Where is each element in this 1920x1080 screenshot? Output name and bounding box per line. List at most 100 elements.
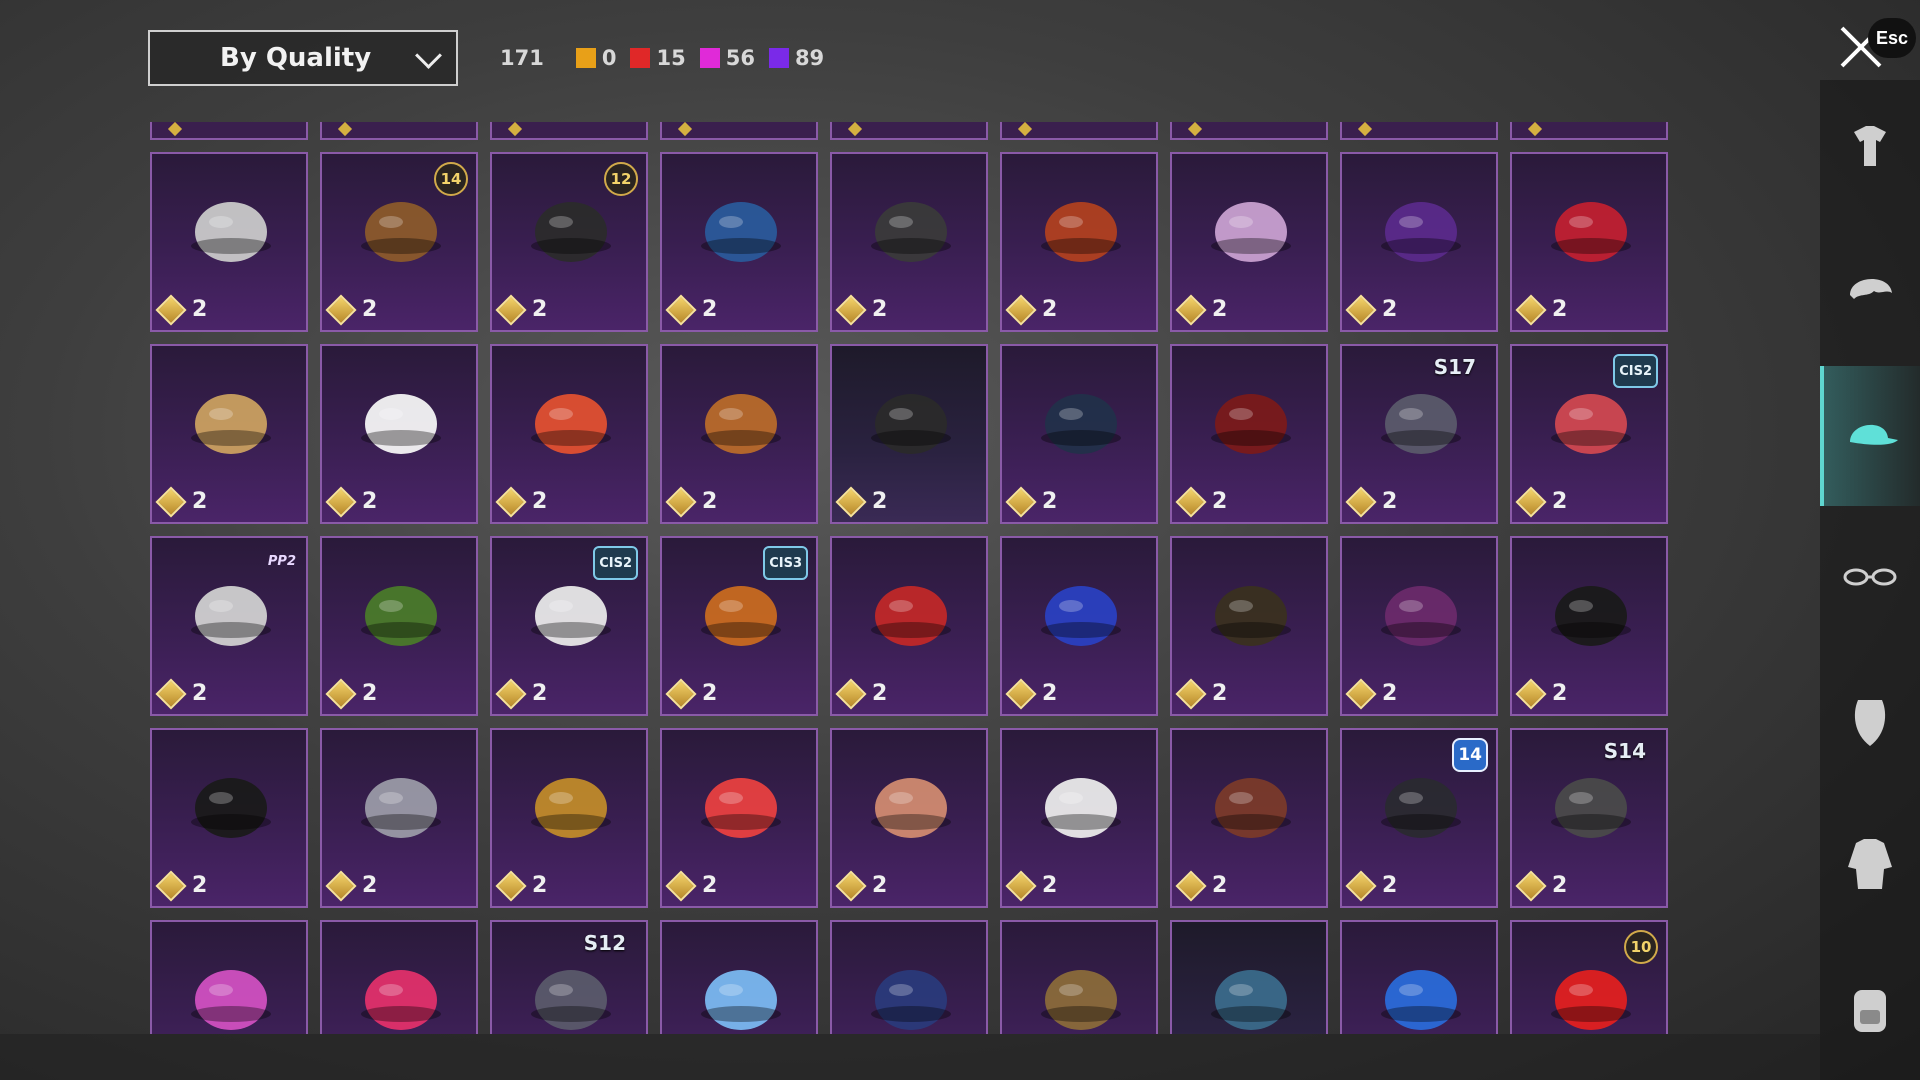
spiked-pink-helmet-icon bbox=[191, 970, 271, 1030]
inventory-item-card[interactable]: 2 bbox=[1340, 152, 1498, 332]
inventory-item-card[interactable]: 2 bbox=[830, 728, 988, 908]
item-badge: S17 bbox=[1433, 355, 1476, 379]
inventory-item-card[interactable]: 2 bbox=[660, 152, 818, 332]
inventory-item-card[interactable]: 2 bbox=[1340, 536, 1498, 716]
ski-goggles-helmet-icon bbox=[361, 778, 441, 838]
inventory-item-card[interactable]: CIS2 2 bbox=[490, 536, 648, 716]
blonde-curly-wig-icon bbox=[191, 394, 271, 454]
item-cost-value: 2 bbox=[532, 873, 548, 898]
category-tab[interactable] bbox=[1820, 366, 1920, 506]
gas-mask-red-hair-icon bbox=[1211, 586, 1291, 646]
inventory-item-card[interactable]: 2 bbox=[1000, 536, 1158, 716]
category-tab[interactable] bbox=[1820, 80, 1920, 220]
category-tab[interactable] bbox=[1820, 223, 1920, 363]
bunny-helmet-icon bbox=[531, 202, 611, 262]
inventory-item-card[interactable]: 2 bbox=[1170, 344, 1328, 524]
inventory-item-card[interactable]: S122 bbox=[490, 920, 648, 1034]
inventory-scroll-area[interactable]: 2 14 2 12 2 2 2 2 2 2 2 2 2 2 2 2 2 2 S17 2 CIS2 2 PP2 2 2 CIS2 2 C… bbox=[0, 0, 1670, 1034]
inventory-item-card[interactable]: 12 2 bbox=[490, 152, 648, 332]
item-cost: 2 bbox=[1175, 293, 1227, 326]
item-cost: 2 bbox=[1345, 485, 1398, 518]
inventory-item-card[interactable]: S17 2 bbox=[1340, 344, 1498, 524]
inventory-item-card[interactable]: 2 bbox=[150, 920, 308, 1034]
item-cost: 2 bbox=[155, 869, 207, 902]
inventory-item-card[interactable]: 2 bbox=[1170, 728, 1328, 908]
clown-mask-hair-icon bbox=[1211, 778, 1291, 838]
inventory-item-card[interactable]: 2 bbox=[1000, 152, 1158, 332]
item-cost-value: 2 bbox=[1212, 489, 1228, 514]
inventory-item-card[interactable]: CIS2 2 bbox=[1510, 344, 1668, 524]
item-cost-value: 2 bbox=[872, 297, 888, 322]
coin-icon bbox=[155, 293, 187, 326]
inventory-item-card[interactable]: 14 2 bbox=[320, 152, 478, 332]
item-cost: 2 bbox=[495, 293, 547, 326]
coin-icon bbox=[495, 293, 527, 326]
inventory-item-card[interactable]: 2 bbox=[320, 920, 478, 1034]
inventory-item-card[interactable]: 14 2 bbox=[1340, 728, 1498, 908]
bucket-hat-red-hair-icon bbox=[1211, 394, 1291, 454]
inventory-item-card[interactable]: 2 bbox=[1340, 920, 1498, 1034]
inventory-item-card[interactable]: 2 bbox=[1000, 344, 1158, 524]
esc-key-badge[interactable]: Esc bbox=[1868, 18, 1916, 58]
inventory-item-card[interactable]: 2 bbox=[150, 728, 308, 908]
coin-icon bbox=[1515, 485, 1547, 518]
inventory-item-card[interactable]: PP2 2 bbox=[150, 536, 308, 716]
coin-icon bbox=[1515, 293, 1547, 326]
red-hair-blue-bow-icon bbox=[1551, 202, 1631, 262]
inventory-item-card[interactable]: 2 bbox=[660, 920, 818, 1034]
coin-icon bbox=[1175, 293, 1207, 326]
backpack-icon bbox=[1854, 990, 1886, 1032]
category-tab[interactable] bbox=[1820, 652, 1920, 792]
inventory-item-card[interactable]: 2 bbox=[830, 152, 988, 332]
item-badge: 14 bbox=[1452, 738, 1488, 772]
mask-icon bbox=[1854, 700, 1886, 746]
inventory-item-card[interactable]: 2 bbox=[660, 728, 818, 908]
category-tab[interactable] bbox=[1820, 509, 1920, 649]
coin-icon bbox=[495, 869, 527, 902]
item-cost-value: 2 bbox=[1042, 681, 1058, 706]
inventory-item-card[interactable]: 2 bbox=[320, 536, 478, 716]
black-helmet-icon bbox=[871, 202, 951, 262]
item-cost: 2 bbox=[495, 677, 547, 710]
inventory-item-card[interactable]: 2 bbox=[830, 344, 988, 524]
inventory-item-card[interactable]: 2 bbox=[1170, 920, 1328, 1034]
inventory-item-card[interactable]: 2 bbox=[830, 920, 988, 1034]
inventory-item-card[interactable]: S14 2 bbox=[1510, 728, 1668, 908]
inventory-item-card[interactable]: 2 bbox=[1000, 728, 1158, 908]
coin-icon bbox=[835, 485, 867, 518]
silver-wig-icon bbox=[191, 202, 271, 262]
item-cost: 2 bbox=[665, 869, 717, 902]
inventory-item-card[interactable]: 2 bbox=[320, 728, 478, 908]
inventory-item-card[interactable]: 2 bbox=[1170, 536, 1328, 716]
green-hood-icon bbox=[361, 586, 441, 646]
item-badge: CIS3 bbox=[763, 546, 808, 580]
coin-icon bbox=[1175, 485, 1207, 518]
category-tab[interactable] bbox=[1820, 938, 1920, 1078]
inventory-item-card[interactable]: 2 bbox=[1510, 536, 1668, 716]
inventory-item-card[interactable]: 2 bbox=[320, 344, 478, 524]
item-cost: 2 bbox=[1515, 677, 1567, 710]
space-helmet-icon bbox=[531, 970, 611, 1030]
inventory-item-card[interactable]: CIS3 2 bbox=[660, 536, 818, 716]
inventory-item-card[interactable]: 2 bbox=[150, 344, 308, 524]
hair-icon bbox=[1850, 278, 1892, 299]
item-cost-value: 2 bbox=[1552, 489, 1568, 514]
item-cost: 2 bbox=[1515, 485, 1568, 518]
inventory-item-card[interactable]: 2 bbox=[490, 344, 648, 524]
inventory-item-card[interactable]: 2 bbox=[1170, 152, 1328, 332]
inventory-item-card[interactable]: 2 bbox=[1000, 920, 1158, 1034]
inventory-item-card[interactable]: 2 bbox=[1510, 152, 1668, 332]
item-cost-value: 2 bbox=[532, 489, 548, 514]
item-cost: 2 bbox=[325, 485, 377, 518]
coin-icon bbox=[835, 293, 867, 326]
coin-icon bbox=[1515, 869, 1547, 902]
item-cost-value: 2 bbox=[1382, 489, 1398, 514]
item-cost: 2 bbox=[1345, 293, 1397, 326]
inventory-item-card[interactable]: 2 bbox=[150, 152, 308, 332]
category-tab[interactable] bbox=[1820, 795, 1920, 935]
inventory-item-card[interactable]: 102 bbox=[1510, 920, 1668, 1034]
inventory-item-card[interactable]: 2 bbox=[830, 536, 988, 716]
item-cost-value: 2 bbox=[1382, 681, 1398, 706]
inventory-item-card[interactable]: 2 bbox=[490, 728, 648, 908]
inventory-item-card[interactable]: 2 bbox=[660, 344, 818, 524]
